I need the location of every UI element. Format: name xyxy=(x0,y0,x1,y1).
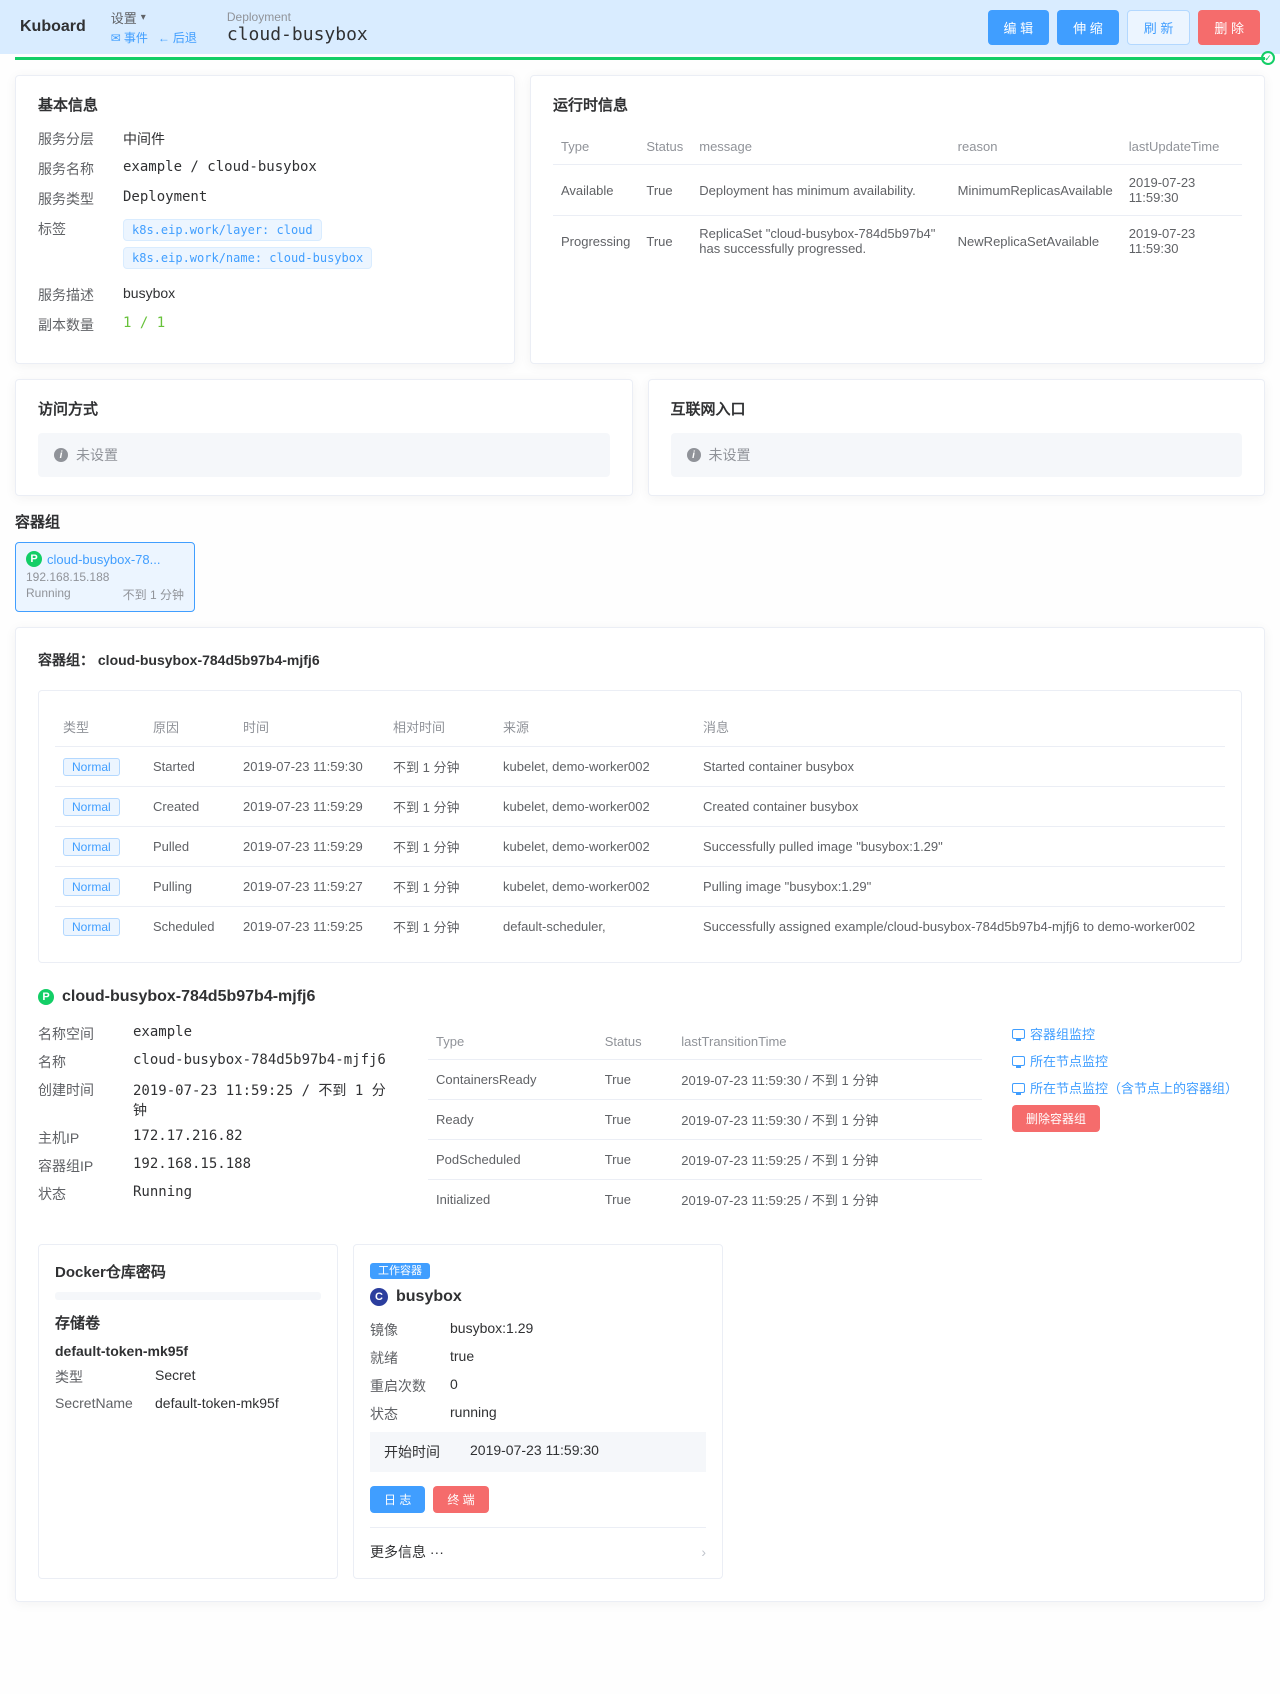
pods-section-title: 容器组 xyxy=(15,511,1265,532)
runtime-info-card: 运行时信息 Type Status message reason lastUpd… xyxy=(530,75,1265,364)
label-tag: k8s.eip.work/layer: cloud xyxy=(123,219,322,241)
more-info-toggle[interactable]: 更多信息 ··· › xyxy=(370,1527,706,1562)
container-icon: C xyxy=(370,1288,388,1306)
monitor-icon xyxy=(1012,1029,1025,1039)
pod-status-icon: P xyxy=(26,551,42,567)
table-row: NormalStarted2019-07-23 11:59:30不到 1 分钟k… xyxy=(55,747,1225,787)
monitor-icon xyxy=(1012,1056,1025,1066)
access-unset: i未设置 xyxy=(38,433,610,477)
table-row: ContainersReadyTrue2019-07-23 11:59:30 /… xyxy=(428,1060,982,1100)
pod-detail-header: P cloud-busybox-784d5b97b4-mjfj6 xyxy=(38,988,1242,1006)
monitor-icon xyxy=(1012,1083,1025,1093)
table-row: ReadyTrue2019-07-23 11:59:30 / 不到 1 分钟 xyxy=(428,1100,982,1140)
refresh-button[interactable]: 刷 新 xyxy=(1127,10,1191,45)
delete-button[interactable]: 删 除 xyxy=(1198,10,1260,45)
page-title: Deployment cloud-busybox xyxy=(227,10,988,45)
pod-card[interactable]: Pcloud-busybox-78... 192.168.15.188 Runn… xyxy=(15,542,195,612)
back-link[interactable]: ←后退 xyxy=(158,29,197,46)
docker-card: Docker仓库密码 存储卷 default-token-mk95f 类型Sec… xyxy=(38,1244,338,1579)
edit-button[interactable]: 编 辑 xyxy=(988,10,1050,45)
brand: Kuboard xyxy=(20,18,86,36)
node-monitor-link[interactable]: 所在节点监控 xyxy=(1012,1051,1242,1070)
table-row: AvailableTrueDeployment has minimum avai… xyxy=(553,165,1242,216)
info-icon: i xyxy=(687,448,701,462)
message-icon: ✉ xyxy=(111,31,121,45)
progress-bar: ✓ xyxy=(15,57,1265,60)
pod-monitor-link[interactable]: 容器组监控 xyxy=(1012,1024,1242,1043)
event-type-tag: Normal xyxy=(63,918,120,936)
pod-status-icon: P xyxy=(38,989,54,1005)
ingress-unset: i未设置 xyxy=(671,433,1243,477)
delete-pod-button[interactable]: 删除容器组 xyxy=(1012,1105,1100,1132)
ingress-card: 互联网入口 i未设置 xyxy=(648,379,1266,496)
scale-button[interactable]: 伸 缩 xyxy=(1057,10,1119,45)
event-type-tag: Normal xyxy=(63,838,120,856)
event-type-tag: Normal xyxy=(63,878,120,896)
volume-name: default-token-mk95f xyxy=(55,1343,321,1359)
header-menu: 设置 ▾ ✉事件 ←后退 xyxy=(111,8,197,46)
terminal-button[interactable]: 终 端 xyxy=(433,1486,488,1513)
docker-secret-bar xyxy=(55,1292,321,1300)
chevron-right-icon: › xyxy=(701,1544,706,1560)
basic-info-card: 基本信息 服务分层中间件 服务名称example / cloud-busybox… xyxy=(15,75,515,364)
node-pods-monitor-link[interactable]: 所在节点监控（含节点上的容器组） xyxy=(1012,1078,1242,1097)
header: Kuboard 设置 ▾ ✉事件 ←后退 Deployment cloud-bu… xyxy=(0,0,1280,54)
check-icon: ✓ xyxy=(1261,51,1275,65)
info-icon: i xyxy=(54,448,68,462)
table-row: PodScheduledTrue2019-07-23 11:59:25 / 不到… xyxy=(428,1140,982,1180)
access-card: 访问方式 i未设置 xyxy=(15,379,633,496)
events-table: 类型 原因 时间 相对时间 来源 消息 NormalStarted2019-07… xyxy=(55,707,1225,946)
arrow-left-icon: ← xyxy=(158,31,170,45)
container-card: 工作容器 C busybox 镜像busybox:1.29 就绪true 重启次… xyxy=(353,1244,723,1579)
start-time-box: 开始时间 2019-07-23 11:59:30 xyxy=(370,1432,706,1472)
log-button[interactable]: 日 志 xyxy=(370,1486,425,1513)
conditions-table: Type Status lastTransitionTime Container… xyxy=(428,1024,982,1219)
event-type-tag: Normal xyxy=(63,798,120,816)
container-type-badge: 工作容器 xyxy=(370,1263,430,1279)
event-type-tag: Normal xyxy=(63,758,120,776)
events-link[interactable]: ✉事件 xyxy=(111,29,148,46)
table-row: NormalPulling2019-07-23 11:59:27不到 1 分钟k… xyxy=(55,867,1225,907)
runtime-table: Type Status message reason lastUpdateTim… xyxy=(553,129,1242,266)
label-tag: k8s.eip.work/name: cloud-busybox xyxy=(123,247,372,269)
chevron-down-icon: ▾ xyxy=(141,12,146,23)
table-row: NormalPulled2019-07-23 11:59:29不到 1 分钟ku… xyxy=(55,827,1225,867)
table-row: NormalScheduled2019-07-23 11:59:25不到 1 分… xyxy=(55,907,1225,947)
table-row: ProgressingTrueReplicaSet "cloud-busybox… xyxy=(553,216,1242,267)
table-row: InitializedTrue2019-07-23 11:59:25 / 不到 … xyxy=(428,1180,982,1220)
settings-dropdown[interactable]: 设置 ▾ xyxy=(111,8,197,27)
table-row: NormalCreated2019-07-23 11:59:29不到 1 分钟k… xyxy=(55,787,1225,827)
pod-events-card: 容器组： cloud-busybox-784d5b97b4-mjfj6 类型 原… xyxy=(15,627,1265,1602)
